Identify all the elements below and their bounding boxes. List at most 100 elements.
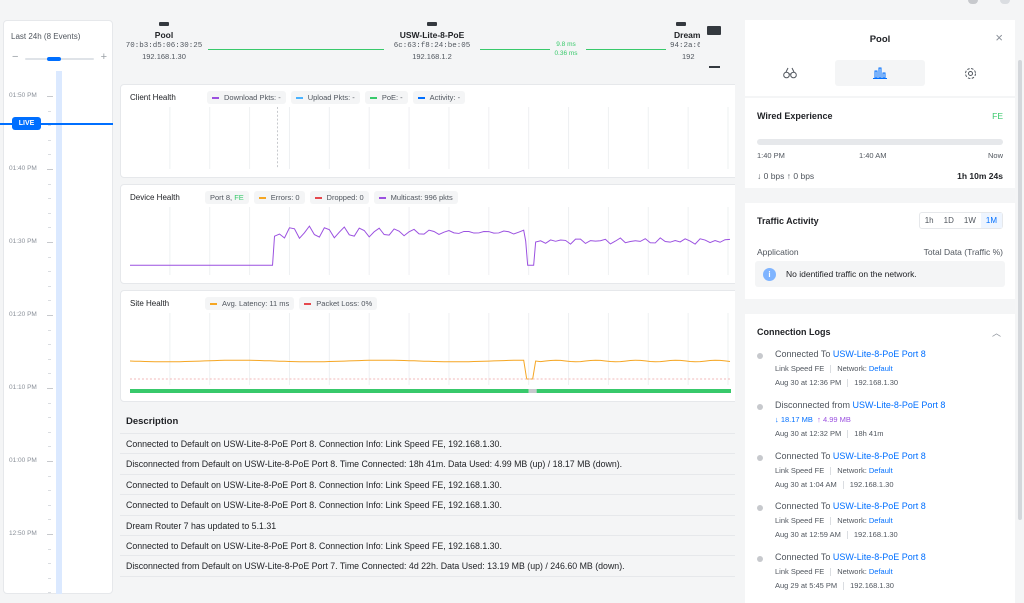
log-target-link[interactable]: USW-Lite-8-PoE Port 8: [833, 349, 926, 359]
log-headline: Connected To USW-Lite-8-PoE Port 8: [775, 501, 926, 511]
legend-label: Packet Loss: 0%: [316, 299, 373, 308]
log-headline: Connected To USW-Lite-8-PoE Port 8: [775, 552, 926, 562]
timeline-minor-tick: [48, 154, 51, 156]
table-row[interactable]: Connected to Default on USW-Lite-8-PoE P…: [120, 536, 740, 557]
timeline-rail[interactable]: [56, 71, 62, 594]
legend-item[interactable]: Avg. Latency: 11 ms: [205, 297, 295, 310]
multicast-series: [130, 225, 731, 266]
range-tab-1w[interactable]: 1W: [959, 213, 981, 228]
log-entry[interactable]: Connected To USW-Lite-8-PoE Port 8 Link S…: [757, 451, 1007, 495]
timeline-time-label: 01:50 PM: [9, 92, 37, 99]
zoom-handle[interactable]: [47, 57, 61, 61]
log-target-link[interactable]: USW-Lite-8-PoE Port 8: [853, 400, 946, 410]
timeline-zoom[interactable]: − +: [12, 51, 107, 65]
zoom-in-icon[interactable]: +: [101, 51, 107, 63]
settings-icon[interactable]: [968, 0, 978, 4]
network-name[interactable]: Default: [869, 364, 893, 373]
log-headline: Disconnected from USW-Lite-8-PoE Port 8: [775, 400, 945, 410]
table-row[interactable]: Connected to Default on USW-Lite-8-PoE P…: [120, 495, 740, 516]
table-row[interactable]: Disconnected from Default on USW-Lite-8-…: [120, 556, 740, 577]
log-action: Connected To: [775, 552, 833, 562]
site-health-svg: [130, 313, 731, 393]
zoom-track[interactable]: [25, 57, 94, 61]
tab-insights[interactable]: [745, 60, 835, 86]
table-row[interactable]: Disconnected from Default on USW-Lite-8-…: [120, 454, 740, 475]
port-label: Port 8,: [210, 193, 233, 202]
experience-bar[interactable]: [757, 139, 1003, 145]
device-health-plot[interactable]: [130, 207, 731, 275]
zoom-out-icon[interactable]: −: [12, 51, 18, 63]
log-entry[interactable]: Connected To USW-Lite-8-PoE Port 8 Link S…: [757, 349, 1007, 393]
table-row[interactable]: Dream Router 7 has updated to 5.1.31: [120, 516, 740, 536]
uptime-bar-gap: [528, 389, 537, 393]
log-details: Link Speed FE Network: Default: [775, 466, 893, 476]
time-mid: 1:40 AM: [859, 151, 887, 160]
log-target-link[interactable]: USW-Lite-8-PoE Port 8: [833, 501, 926, 511]
legend-item[interactable]: Download Pkts: -: [207, 91, 286, 104]
legend-item[interactable]: Activity: -: [412, 91, 466, 104]
log-target-link[interactable]: USW-Lite-8-PoE Port 8: [833, 552, 926, 562]
network-name[interactable]: Default: [869, 516, 893, 525]
timeline-time-label: 01:40 PM: [9, 165, 37, 172]
log-entry[interactable]: Disconnected from USW-Lite-8-PoE Port 8 ↓…: [757, 400, 1007, 444]
topology-node-switch[interactable]: USW-Lite-8-PoE 6c:63:f8:24:be:05 192.168…: [384, 20, 480, 61]
log-action: Connected To: [775, 451, 833, 461]
network-name[interactable]: Default: [869, 466, 893, 475]
site-health-plot[interactable]: [130, 313, 731, 393]
tab-settings[interactable]: [925, 60, 1015, 86]
legend-item[interactable]: Multicast: 996 pkts: [373, 191, 458, 204]
timeline-time-label: 12:50 PM: [9, 530, 37, 537]
latency-b: 0.36 ms: [554, 50, 578, 57]
timeline-minor-tick: [48, 271, 51, 273]
legend-item[interactable]: Errors: 0: [253, 191, 305, 204]
legend-item[interactable]: Dropped: 0: [309, 191, 369, 204]
chevron-up-icon[interactable]: ︿: [992, 326, 1001, 339]
table-row[interactable]: Connected to Default on USW-Lite-8-PoE P…: [120, 475, 740, 496]
legend-swatch: [212, 96, 219, 99]
section-title: Connection Logs: [757, 327, 831, 337]
binoculars-icon: [783, 67, 797, 79]
timeline-major-tick: [47, 388, 53, 389]
close-icon[interactable]: ×: [995, 30, 1003, 45]
legend-swatch: [295, 96, 303, 99]
uptime-bar-segment: [130, 389, 529, 393]
panel-title: Pool: [869, 34, 891, 45]
legend-item[interactable]: PoE: -: [364, 91, 408, 104]
log-target-link[interactable]: USW-Lite-8-PoE Port 8: [833, 451, 926, 461]
legend-item[interactable]: Upload Pkts: -: [290, 91, 360, 104]
panel-scrollbar[interactable]: [1018, 60, 1022, 520]
log-entry[interactable]: Connected To USW-Lite-8-PoE Port 8 Link S…: [757, 501, 1007, 545]
range-tab-1h[interactable]: 1h: [920, 213, 939, 228]
live-badge[interactable]: LIVE: [12, 117, 41, 130]
timeline-minor-tick: [48, 402, 51, 404]
log-dot-icon: [757, 455, 763, 461]
link-line: [480, 49, 550, 50]
node-name: Pool: [154, 30, 174, 40]
avatar[interactable]: [1000, 0, 1010, 4]
network-name[interactable]: Default: [869, 567, 893, 576]
timeline-minor-tick: [48, 110, 51, 112]
wired-experience-section: Wired Experience FE 1:40 PM 1:40 AM Now …: [745, 98, 1015, 188]
topology-node-client[interactable]: Pool 70:b3:d5:06:30:25 192.168.1.30: [120, 20, 208, 61]
log-extra: 192.168.1.30: [854, 378, 899, 387]
table-row[interactable]: Connected to Default on USW-Lite-8-PoE P…: [120, 434, 740, 455]
range-tab-1d[interactable]: 1D: [939, 213, 959, 228]
network-label: Network:: [837, 364, 869, 373]
client-health-legend: Download Pkts: - Upload Pkts: - PoE: - Acti…: [207, 91, 466, 104]
link-speed: Link Speed FE: [775, 516, 825, 525]
traffic-activity-section: Traffic Activity 1h 1D 1W 1M Application To…: [745, 203, 1015, 299]
site-health-card: Site Health Avg. Latency: 11 ms Packet Lo…: [120, 290, 740, 402]
card-title: Device Health: [130, 193, 180, 202]
tab-statistics[interactable]: [835, 60, 925, 86]
client-health-plot[interactable]: [130, 107, 731, 169]
topology-node-router[interactable]: Dream 94:2a:6 192: [666, 20, 700, 61]
log-details: Link Speed FE Network: Default: [775, 516, 893, 526]
log-entry[interactable]: Connected To USW-Lite-8-PoE Port 8 Link S…: [757, 552, 1007, 596]
timeline-minor-tick: [48, 212, 51, 214]
top-strip: [0, 0, 1024, 14]
device-health-svg: [130, 207, 731, 275]
info-icon: i: [763, 267, 776, 281]
legend-item[interactable]: Packet Loss: 0%: [299, 297, 378, 310]
range-tab-1m[interactable]: 1M: [980, 213, 1002, 228]
collapse-icon[interactable]: [709, 66, 720, 68]
